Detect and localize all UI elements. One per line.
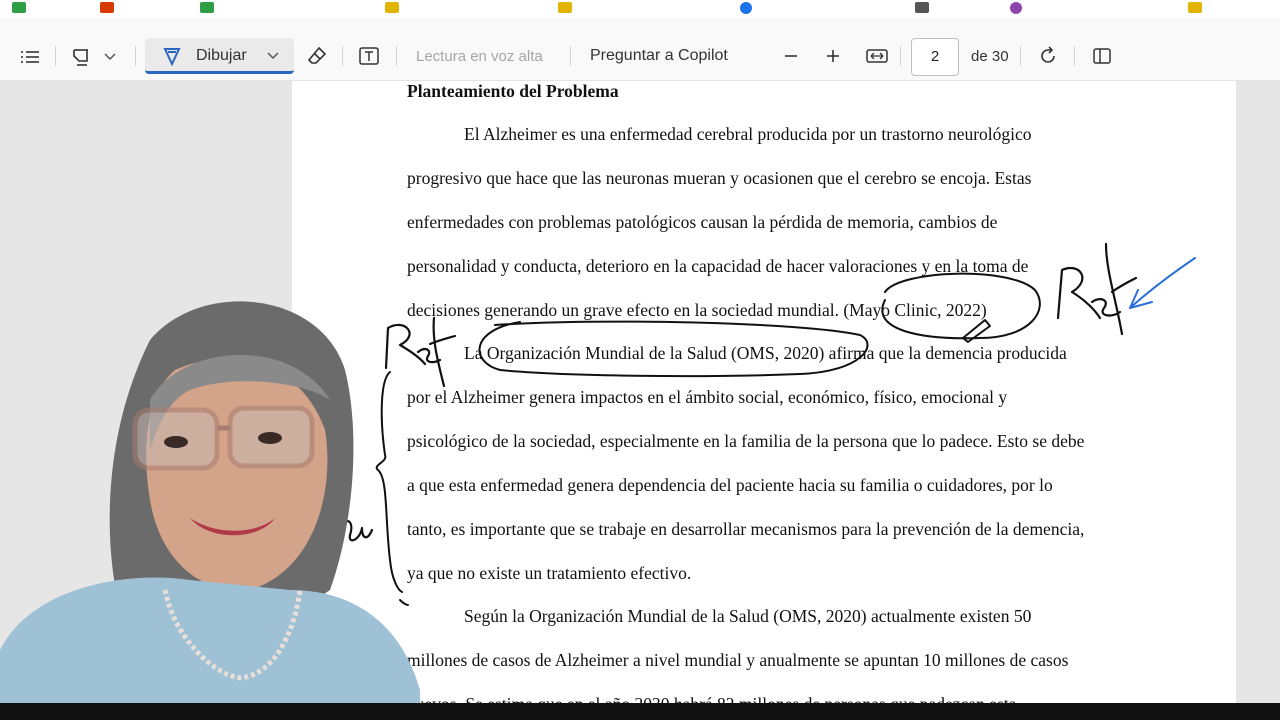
plus-icon: [827, 50, 839, 62]
bookmark-item[interactable]: [740, 2, 752, 14]
paragraph-line: enfermedades con problemas patológicos c…: [407, 212, 998, 232]
paragraph-line: Según la Organización Mundial de la Salu…: [464, 606, 1032, 626]
section-heading: Planteamiento del Problema: [407, 81, 619, 101]
bookmarks-bar: [0, 0, 1280, 19]
folder-icon: [1188, 2, 1202, 13]
highlight-button[interactable]: [68, 45, 94, 69]
eraser-icon: [307, 46, 327, 64]
bookmark-folder[interactable]: [558, 2, 572, 13]
presenter-video: [0, 301, 420, 704]
minus-icon: [785, 55, 797, 57]
pdf-page: Planteamiento del Problema El Alzheimer …: [292, 81, 1236, 720]
paragraph-line: millones de casos de Alzheimer a nivel m…: [407, 650, 1069, 670]
paragraph-line: La Organización Mundial de la Salud (OMS…: [464, 343, 1067, 363]
youtube-icon: [100, 2, 114, 13]
bookmark-item[interactable]: [915, 2, 929, 13]
paragraph-line: decisiones generando un grave efecto en …: [407, 300, 987, 320]
paragraph-line: por el Alzheimer genera impactos en el á…: [407, 387, 1008, 407]
bookmark-icon: [915, 2, 929, 13]
bookmark-icon: [12, 2, 26, 13]
paragraph-line: progresivo que hace que las neuronas mue…: [407, 168, 1032, 188]
paragraph-line: psicológico de la sociedad, especialment…: [407, 431, 1085, 451]
text-box-icon: [359, 47, 379, 65]
paragraph-line: ya que no existe un tratamiento efectivo…: [407, 563, 692, 583]
rotate-button[interactable]: [1036, 45, 1060, 67]
contents-button[interactable]: [16, 45, 44, 69]
bookmark-folder[interactable]: [385, 2, 399, 13]
chevron-down-icon: [104, 53, 116, 61]
ask-copilot-button[interactable]: Preguntar a Copilot: [590, 45, 728, 67]
highlighter-icon: [73, 49, 88, 66]
text-button[interactable]: [356, 45, 382, 67]
bookmark-icon: [200, 2, 214, 13]
viewer-background: [1236, 81, 1280, 720]
page-number-input[interactable]: 2: [911, 38, 959, 76]
bookmark-icon: [740, 2, 752, 14]
chevron-down-icon[interactable]: [264, 45, 282, 67]
bookmark-folder[interactable]: [1188, 2, 1202, 13]
page-view-icon: [1093, 48, 1111, 64]
fit-width-button[interactable]: [865, 45, 889, 67]
page-total: de 30: [971, 47, 1009, 65]
bookmark-item[interactable]: [1010, 2, 1022, 14]
paragraph-line: personalidad y conducta, deterioro en la…: [407, 256, 1029, 276]
paragraph-line: El Alzheimer es una enfermedad cerebral …: [464, 124, 1032, 144]
erase-button[interactable]: [304, 45, 330, 67]
folder-icon: [385, 2, 399, 13]
bookmark-item[interactable]: [12, 2, 26, 13]
video-bottom-edge: [0, 703, 1280, 720]
highlight-options-button[interactable]: [100, 45, 120, 69]
bookmark-item[interactable]: [200, 2, 214, 13]
paragraph-line: tanto, es importante que se trabaje en d…: [407, 519, 1085, 539]
rotate-icon: [1041, 46, 1055, 63]
bookmark-item[interactable]: [100, 2, 114, 13]
read-aloud-button[interactable]: Lectura en voz alta: [416, 45, 543, 67]
pen-icon: [160, 45, 184, 67]
bookmark-icon: [1010, 2, 1022, 14]
zoom-in-button[interactable]: [822, 45, 844, 67]
list-icon: [21, 51, 39, 63]
fit-width-icon: [866, 49, 888, 63]
zoom-out-button[interactable]: [780, 45, 802, 67]
draw-label: Dibujar: [196, 47, 247, 64]
page-view-button[interactable]: [1090, 45, 1114, 67]
folder-icon: [558, 2, 572, 13]
paragraph-line: a que esta enfermedad genera dependencia…: [407, 475, 1053, 495]
